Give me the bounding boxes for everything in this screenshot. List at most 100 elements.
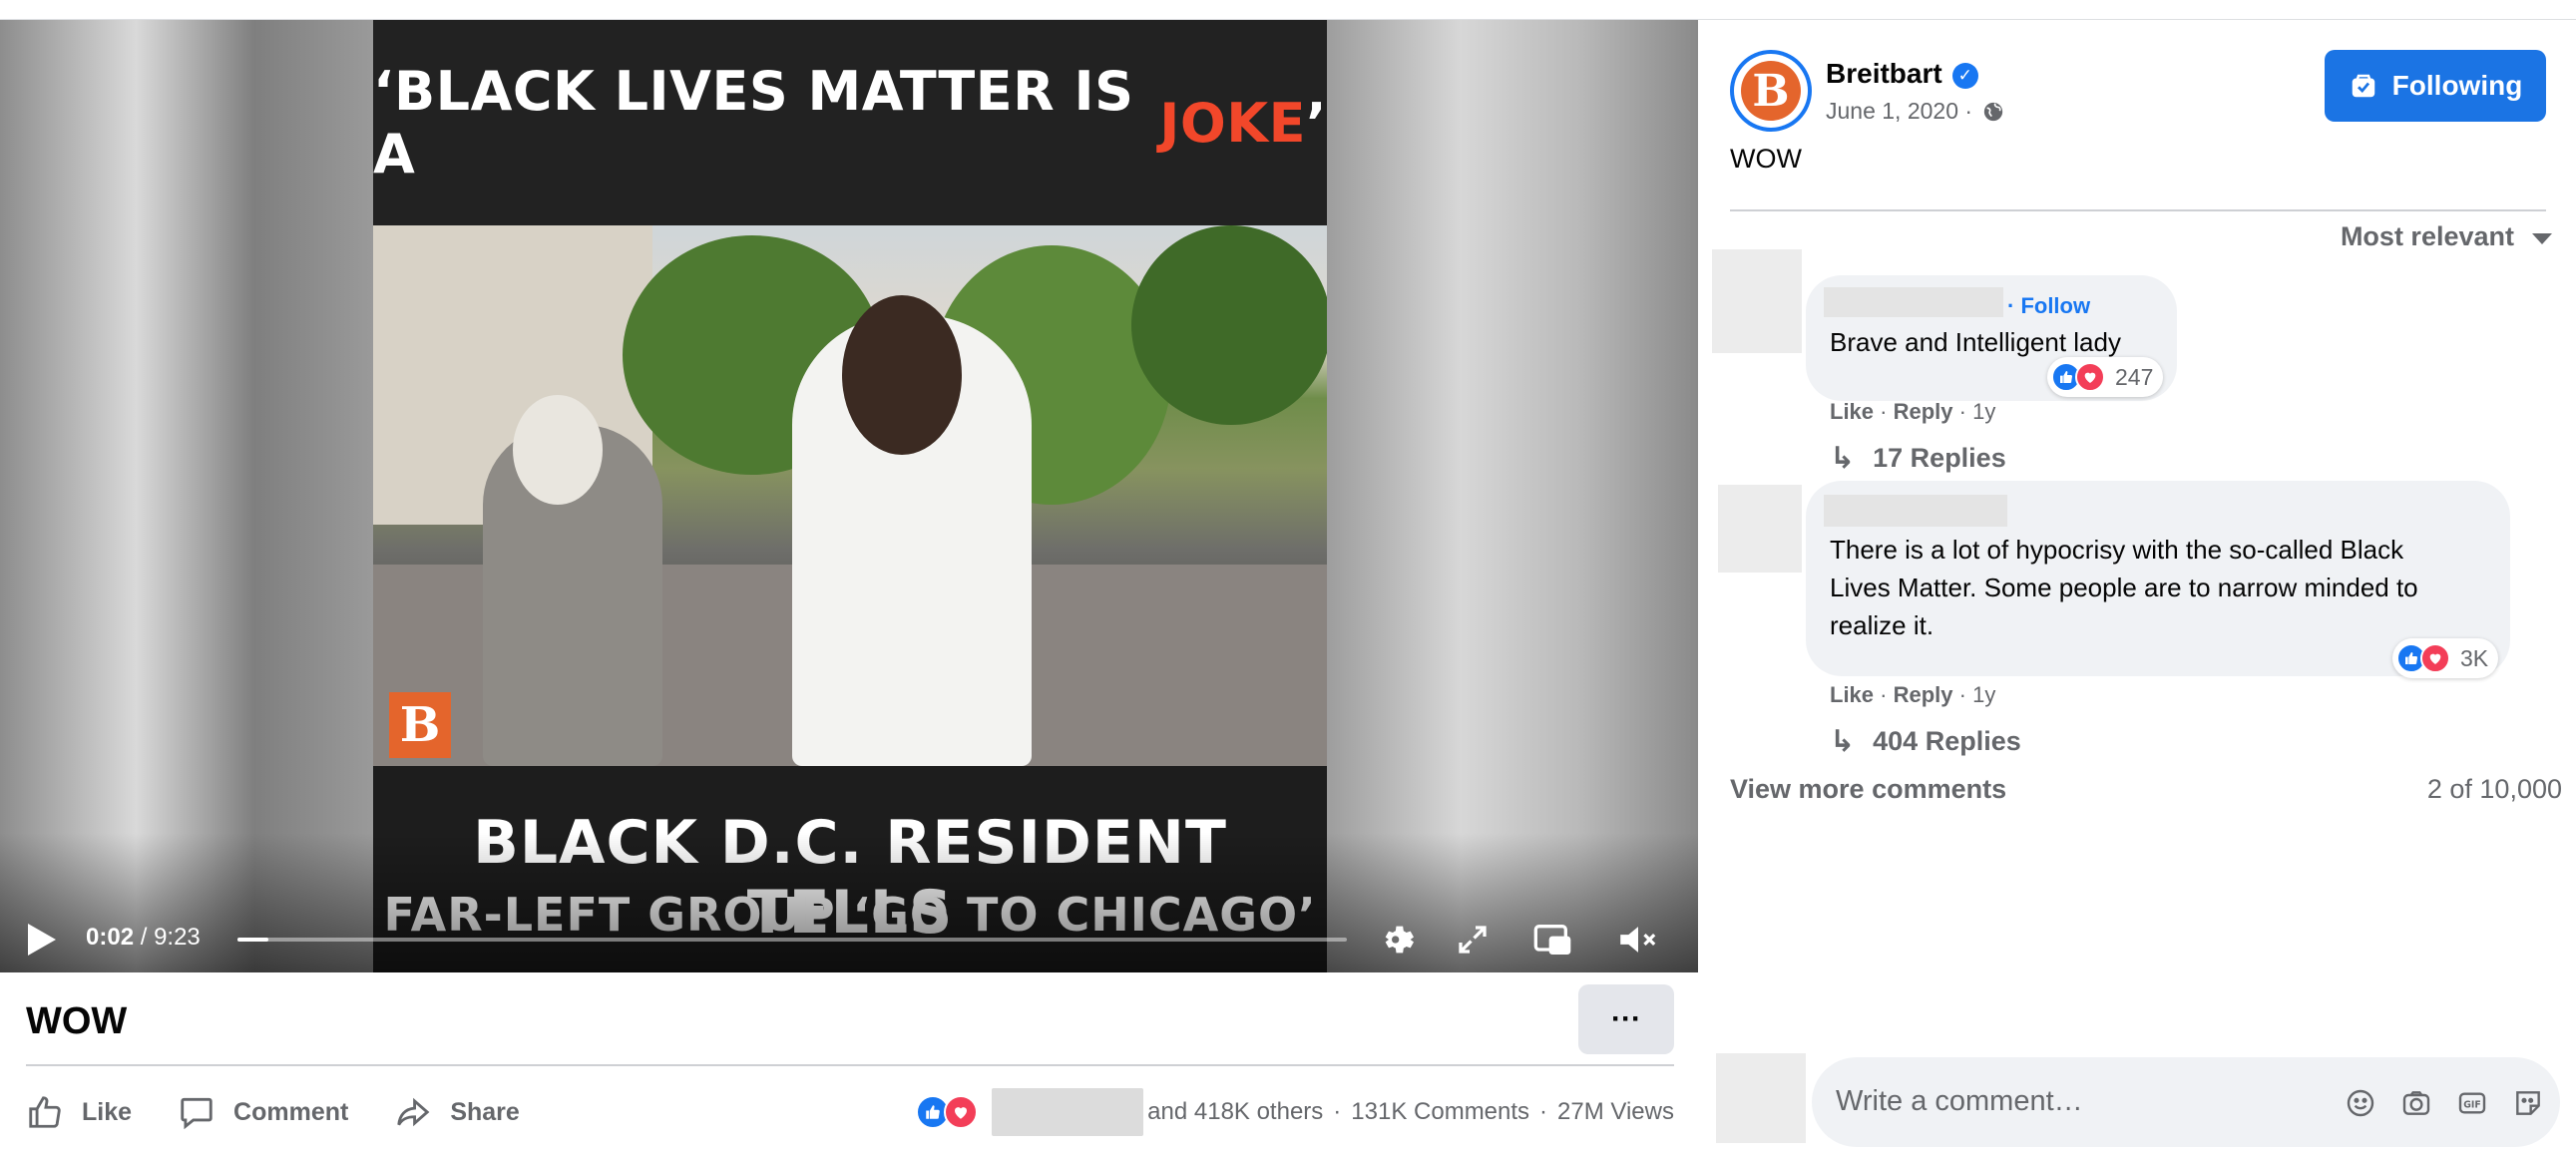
share-button[interactable]: Share: [394, 1093, 520, 1131]
comment-like-link[interactable]: Like: [1830, 399, 1874, 424]
page-avatar[interactable]: B: [1730, 50, 1812, 132]
replies-count: 404 Replies: [1873, 726, 2021, 756]
meta-separator: ·: [1958, 682, 1966, 707]
comment-reactions[interactable]: 247: [2047, 357, 2164, 397]
comment-input-placeholder: Write a comment…: [1836, 1085, 2083, 1117]
breitbart-logo: B: [389, 692, 451, 758]
comment-age[interactable]: 1y: [1972, 682, 1995, 707]
commenter-avatar[interactable]: [1712, 249, 1802, 353]
comment-text-line: There is a lot of hypocrisy with the so-…: [1830, 535, 2404, 565]
reactor-name-redacted: [992, 1088, 1144, 1136]
post-actions: Like Comment Share: [26, 1082, 566, 1142]
mute-icon[interactable]: [1616, 918, 1660, 962]
time-current: 0:02: [86, 924, 135, 951]
comment-follow-link[interactable]: · Follow: [2007, 293, 2090, 319]
settings-icon[interactable]: [1377, 918, 1421, 962]
commenter-name-redacted[interactable]: [1824, 287, 2003, 317]
sticker-icon[interactable]: [2506, 1081, 2550, 1125]
headline-end-quote: ’: [1305, 91, 1327, 155]
meta-separator: ·: [1880, 399, 1888, 424]
page-name-text: Breitbart: [1826, 58, 1942, 89]
video-progress-fill: [237, 938, 269, 942]
following-icon: [2352, 74, 2374, 98]
comment-label: Comment: [233, 1097, 349, 1126]
more-options-button[interactable]: ···: [1578, 984, 1674, 1054]
divider: [1730, 209, 2546, 211]
comment-input[interactable]: Write a comment… GIF: [1812, 1057, 2560, 1147]
post-stats: and 418K others · 131K Comments · 27M Vi…: [916, 1082, 1674, 1142]
comment-sort-dropdown[interactable]: Most relevant: [2341, 221, 2552, 252]
comment-meta: Like · Reply · 1y: [1830, 682, 1995, 708]
time-separator: /: [134, 924, 155, 951]
miniplayer-icon[interactable]: [1530, 918, 1574, 962]
post-date[interactable]: June 1, 2020 ·: [1826, 98, 2004, 125]
comment-button[interactable]: Comment: [178, 1093, 348, 1131]
top-bar: [0, 0, 2576, 20]
post-date-text: June 1, 2020 ·: [1826, 98, 1973, 124]
comment-reactions[interactable]: 3K: [2392, 638, 2499, 678]
verified-icon: ✓: [1951, 63, 1978, 89]
post-title-row: WOW ···: [0, 972, 1698, 1062]
comment-counter: 2 of 10,000: [2426, 774, 2562, 804]
love-reaction-icon: [2075, 362, 2105, 392]
commenter-avatar[interactable]: [1718, 485, 1802, 573]
comment-reply-link[interactable]: Reply: [1894, 682, 1953, 707]
comment-text: Brave and Intelligent lady: [1830, 327, 2121, 357]
share-label: Share: [450, 1097, 520, 1126]
reply-arrow-icon: ↳: [1830, 725, 1856, 758]
time-duration: 9:23: [154, 924, 201, 951]
love-reaction-icon[interactable]: [944, 1095, 979, 1129]
headline-text: ‘BLACK LIVES MATTER IS A: [373, 60, 1134, 186]
view-replies-link[interactable]: ↳ 404 Replies: [1830, 724, 2021, 759]
divider: [26, 1064, 1674, 1066]
video-scene: B: [373, 225, 1327, 766]
video-time: 0:02 / 9:23: [86, 924, 201, 952]
love-reaction-icon: [2420, 643, 2450, 673]
scene-person-head: [513, 395, 603, 505]
reaction-count[interactable]: and 418K others: [1147, 1098, 1323, 1126]
emoji-icon[interactable]: [2339, 1081, 2382, 1125]
video-headline: ‘BLACK LIVES MATTER IS A JOKE’: [373, 20, 1327, 225]
meta-separator: ·: [1958, 399, 1966, 424]
scene-tree: [1131, 225, 1327, 425]
post-caption: WOW: [1730, 144, 1802, 174]
comment-icon: [181, 1097, 213, 1130]
reaction-count: 247: [2115, 363, 2154, 390]
chevron-down-icon: [2532, 233, 2552, 244]
view-more-comments-link[interactable]: View more comments: [1730, 774, 2006, 805]
fullscreen-icon[interactable]: [1451, 918, 1495, 962]
video-controls: 0:02 / 9:23: [0, 908, 1698, 967]
comment-like-link[interactable]: Like: [1830, 682, 1874, 707]
camera-icon[interactable]: [2394, 1081, 2438, 1125]
following-button[interactable]: Following: [2325, 50, 2546, 122]
avatar-letter: B: [1741, 61, 1801, 121]
svg-text:GIF: GIF: [2463, 1100, 2481, 1111]
reply-arrow-icon: ↳: [1830, 442, 1856, 475]
comment-count[interactable]: 131K Comments: [1351, 1098, 1529, 1126]
stats-separator: ·: [1539, 1098, 1548, 1125]
play-icon[interactable]: [28, 924, 56, 956]
comment-text-line: realize it.: [1830, 610, 1934, 640]
view-replies-link[interactable]: ↳ 17 Replies: [1830, 441, 2006, 476]
scene-woman-head: [842, 295, 962, 455]
page-name[interactable]: Breitbart ✓: [1826, 58, 1978, 90]
view-count: 27M Views: [1557, 1098, 1674, 1125]
comment-age[interactable]: 1y: [1972, 399, 1995, 424]
comment-meta: Like · Reply · 1y: [1830, 399, 1995, 425]
current-user-avatar[interactable]: [1716, 1053, 1806, 1143]
gif-icon[interactable]: GIF: [2450, 1081, 2494, 1125]
meta-separator: ·: [1880, 682, 1888, 707]
commenter-name-redacted[interactable]: [1824, 495, 2007, 527]
following-label: Following: [2391, 70, 2523, 101]
video-player[interactable]: ‘BLACK LIVES MATTER IS A JOKE’ B BLACK D…: [0, 20, 1698, 972]
sort-label: Most relevant: [2340, 221, 2514, 251]
headline-red-text: JOKE: [1159, 91, 1306, 155]
like-icon: [29, 1096, 61, 1128]
post-title: WOW: [26, 1000, 128, 1042]
comment-reply-link[interactable]: Reply: [1894, 399, 1953, 424]
video-progress-bar[interactable]: [237, 938, 1347, 942]
comment-text-line: Lives Matter. Some people are to narrow …: [1830, 573, 2418, 602]
like-button[interactable]: Like: [26, 1093, 132, 1131]
like-label: Like: [82, 1097, 133, 1126]
replies-count: 17 Replies: [1873, 443, 2006, 473]
